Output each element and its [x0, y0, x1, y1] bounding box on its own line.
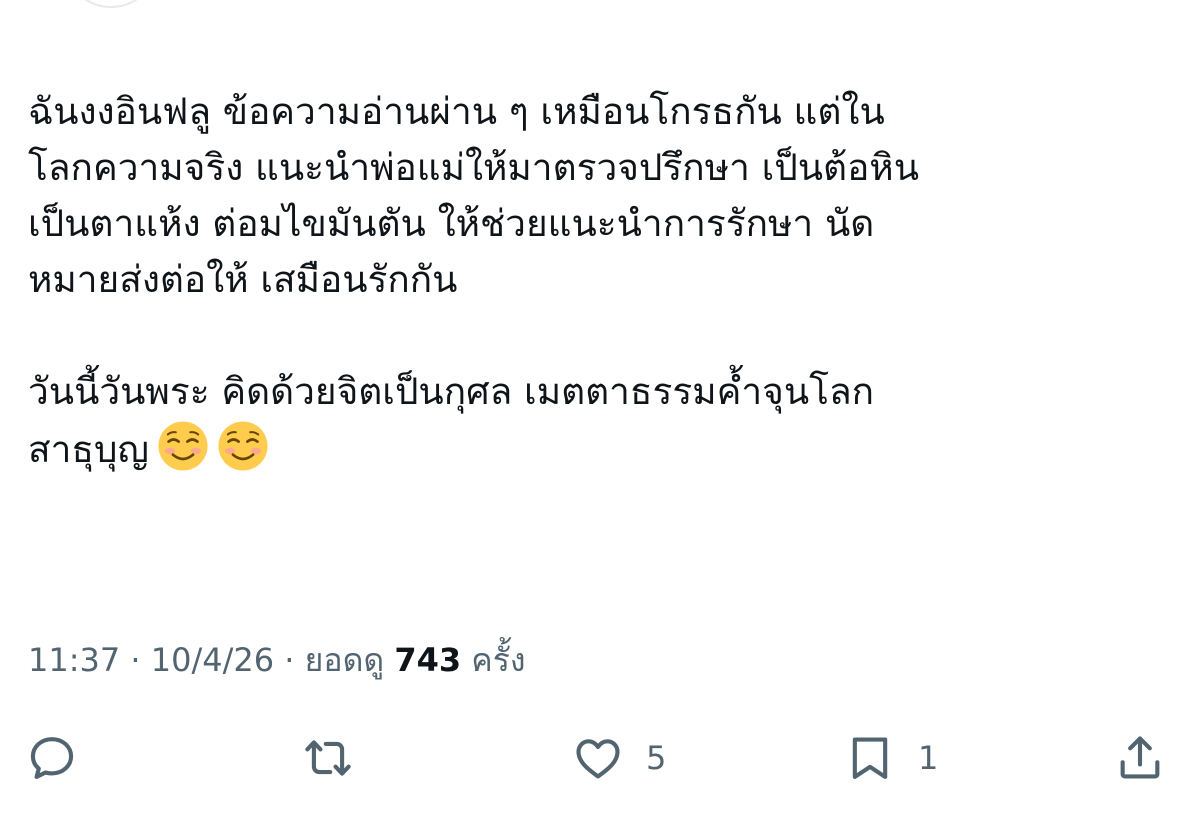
action-bar: 5 1 [0, 726, 1200, 790]
tweet-line: เป็นตาแห้ง ต่อมไขมันตัน ให้ช่วยแนะนำการร… [28, 202, 875, 245]
like-count: 5 [646, 739, 667, 777]
avatar[interactable] [70, 0, 152, 8]
share-button[interactable] [1114, 726, 1166, 790]
tweet-time[interactable]: 11:37 [28, 641, 120, 679]
tweet-paragraph-1: ฉันงงอินฟลู ข้อความอ่านผ่าน ๆ เหมือนโกรธ… [28, 84, 1178, 308]
tweet-paragraph-2: วันนี้วันพระ คิดด้วยจิตเป็นกุศล เมตตาธรร… [28, 364, 1178, 478]
tweet-text: ฉันงงอินฟลู ข้อความอ่านผ่าน ๆ เหมือนโกรธ… [28, 84, 1178, 478]
views-count: 743 [394, 641, 462, 679]
retweet-icon [302, 732, 354, 784]
tweet-line: โลกความจริง แนะนำพ่อแม่ให้มาตรวจปรึกษา เ… [28, 146, 919, 189]
tweet-metadata: 11:37 · 10/4/26 · ยอดดู 743 ครั้ง [28, 636, 526, 684]
bookmark-icon [844, 732, 896, 784]
meta-separator: · [120, 641, 151, 679]
tweet-line-text: สาธุบุญ [28, 428, 149, 471]
meta-separator: · [274, 641, 305, 679]
reply-button[interactable] [26, 726, 78, 790]
retweet-button[interactable] [302, 726, 354, 790]
bookmark-count: 1 [918, 739, 939, 777]
views-unit: ครั้ง [471, 641, 526, 679]
tweet-line: ฉันงงอินฟลู ข้อความอ่านผ่าน ๆ เหมือนโกรธ… [28, 90, 885, 133]
views-label: ยอดดู [304, 641, 385, 679]
smiling-face-emoji-icon [157, 420, 209, 472]
tweet-line: หมายส่งต่อให้ เสมือนรักกัน [28, 258, 458, 301]
tweet-date[interactable]: 10/4/26 [151, 641, 274, 679]
tweet-line: สาธุบุญ [28, 420, 1178, 478]
bookmark-button[interactable]: 1 [844, 726, 938, 790]
reply-icon [26, 732, 78, 784]
smiling-face-emoji-icon [217, 420, 269, 472]
tweet-line: วันนี้วันพระ คิดด้วยจิตเป็นกุศล เมตตาธรร… [28, 370, 875, 413]
heart-icon [572, 732, 624, 784]
like-button[interactable]: 5 [572, 726, 666, 790]
share-icon [1114, 732, 1166, 784]
